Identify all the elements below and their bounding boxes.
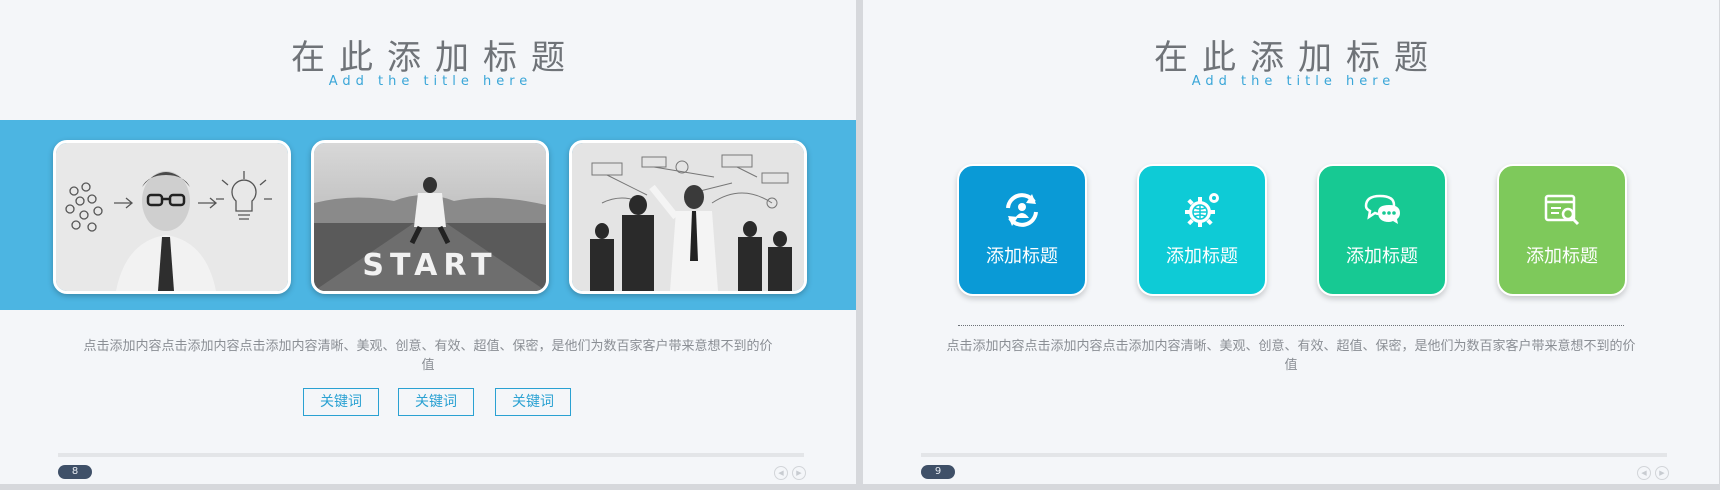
slide-subtitle: Add the title here (328, 74, 533, 89)
prev-slide-button[interactable]: ◀ (774, 466, 788, 480)
business-team-whiteboard-photo (569, 140, 807, 294)
keyword-button-1[interactable]: 关键词 (303, 388, 379, 416)
progress-track (921, 453, 1667, 457)
tile-label: 添加标题 (1346, 246, 1418, 267)
slide-title: 在此添加标题 (1154, 38, 1442, 78)
keyword-button-3[interactable]: 关键词 (495, 388, 571, 416)
refresh-person-icon (1006, 193, 1038, 227)
feature-tile-3[interactable]: 添加标题 (1317, 164, 1447, 296)
slide-9: 在此添加标题 Add the title here 添加标题 添加标题 添加标题… (863, 0, 1719, 484)
feature-tile-2[interactable]: 添加标题 (1137, 164, 1267, 296)
tile-label: 添加标题 (1166, 246, 1238, 267)
next-slide-button[interactable]: ▶ (792, 466, 806, 480)
gear-globe-icon (1185, 193, 1219, 227)
page-number-badge: 9 (921, 465, 955, 479)
feature-tile-1[interactable]: 添加标题 (957, 164, 1087, 296)
tile-label: 添加标题 (1526, 246, 1598, 267)
start-road-runner-photo: START (311, 140, 549, 294)
feature-tile-4[interactable]: 添加标题 (1497, 164, 1627, 296)
slide-title: 在此添加标题 (291, 38, 579, 78)
slide-8: 在此添加标题 Add the title here START 点击添加内容点击… (0, 0, 856, 484)
chat-bubbles-icon (1364, 194, 1400, 224)
dotted-divider (958, 325, 1624, 326)
search-document-icon (1544, 194, 1580, 226)
keyword-button-2[interactable]: 关键词 (398, 388, 474, 416)
next-slide-button[interactable]: ▶ (1655, 466, 1669, 480)
prev-slide-button[interactable]: ◀ (1637, 466, 1651, 480)
page-number-badge: 8 (58, 465, 92, 479)
tile-label: 添加标题 (986, 246, 1058, 267)
progress-track (58, 453, 804, 457)
slide-description: 点击添加内容点击添加内容点击添加内容清晰、美观、创意、有效、超值、保密，是他们为… (83, 339, 773, 373)
slide-description: 点击添加内容点击添加内容点击添加内容清晰、美观、创意、有效、超值、保密，是他们为… (946, 339, 1636, 373)
slide-subtitle: Add the title here (1191, 74, 1396, 89)
man-with-glasses-lightbulb-photo (53, 140, 291, 294)
start-road-text: START (362, 248, 497, 283)
